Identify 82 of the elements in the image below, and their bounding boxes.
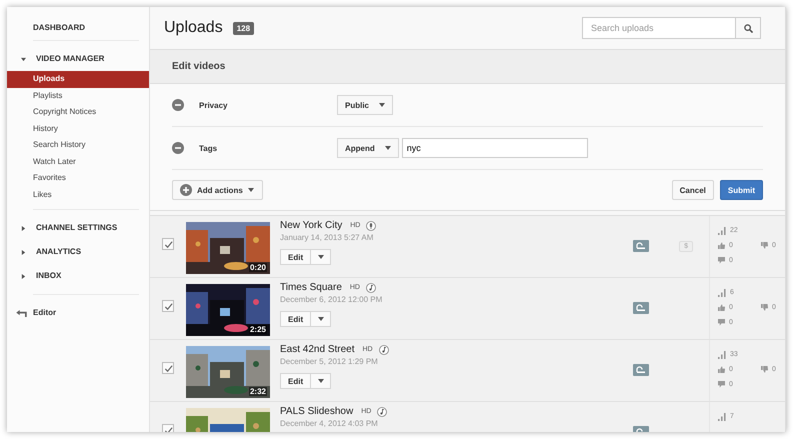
cancel-button[interactable]: Cancel [672, 180, 714, 200]
bars-icon [718, 288, 726, 296]
caret-icon [384, 146, 391, 150]
sidebar-item[interactable]: Likes [7, 186, 149, 203]
search-icon [744, 24, 752, 32]
comment-icon [718, 257, 725, 264]
upload-date: January 14, 2013 5:27 AM [280, 233, 374, 242]
sidebar-item[interactable]: History [7, 120, 149, 137]
caret-icon [318, 255, 324, 259]
submit-button[interactable]: Submit [720, 180, 763, 200]
checkbox[interactable] [162, 362, 174, 374]
music-note-icon [366, 282, 376, 292]
sidebar-link[interactable]: Editor [33, 307, 56, 319]
thumbs-down-icon [761, 242, 768, 249]
panel-title: Edit videos [172, 61, 226, 72]
music-note-icon [377, 406, 388, 416]
unlocked-icon[interactable] [633, 364, 649, 376]
sidebar-item[interactable]: Copyright Notices [7, 104, 149, 120]
dropdown[interactable]: Append [337, 138, 399, 158]
caret-icon [318, 317, 324, 321]
sidebar-section[interactable]: ANALYTICS [36, 246, 82, 258]
music-note-icon [378, 344, 389, 354]
sidebar-section[interactable]: INBOX [36, 270, 62, 282]
search-field[interactable]: Search uploads [582, 17, 736, 39]
sidebar-section[interactable]: VIDEO MANAGER [36, 53, 104, 65]
remove-icon[interactable] [172, 142, 184, 154]
video-title[interactable]: PALS Slideshow [280, 406, 354, 417]
duration-label: 0:20 [248, 263, 267, 272]
add-icon [180, 184, 192, 196]
dropdown[interactable]: Public [337, 95, 394, 115]
checkbox[interactable] [162, 238, 174, 250]
tags-field[interactable]: nyc [402, 138, 588, 158]
caret-icon [379, 103, 386, 107]
count-badge: 128 [232, 22, 254, 34]
comment-icon [718, 381, 725, 388]
sidebar-link[interactable]: DASHBOARD [7, 22, 149, 34]
unlocked-icon[interactable] [633, 302, 649, 314]
caret-icon [248, 188, 254, 192]
edit-menu-button[interactable] [311, 373, 332, 389]
thumbs-up-icon [718, 242, 725, 249]
thumbs-down-icon [761, 304, 768, 311]
upload-date: December 5, 2012 1:29 PM [280, 357, 379, 366]
sidebar-item[interactable]: Search History [7, 137, 149, 154]
video-title[interactable]: Times Square [280, 282, 342, 293]
edit-menu-button[interactable] [311, 249, 332, 265]
caret-icon [318, 379, 324, 383]
thumbs-up-icon [718, 366, 725, 373]
caret-right-icon[interactable] [21, 250, 26, 254]
thumbs-up-icon [718, 304, 725, 311]
remove-icon[interactable] [172, 99, 184, 111]
sidebar-item[interactable]: Favorites [7, 170, 149, 186]
upload-date: December 6, 2012 12:00 PM [280, 295, 382, 304]
checkbox[interactable] [162, 300, 174, 312]
sidebar-section[interactable]: CHANNEL SETTINGS [36, 222, 118, 234]
edit-button[interactable]: Edit [280, 311, 312, 327]
add-actions-button[interactable]: Add actions [172, 180, 263, 200]
page-title: Uploads [164, 19, 223, 37]
caret-right-icon[interactable] [21, 226, 26, 230]
sidebar-item[interactable]: Uploads [7, 71, 149, 88]
field-label: Privacy [199, 100, 228, 110]
back-arrow-icon [16, 310, 27, 316]
video-title[interactable]: East 42nd Street [280, 344, 354, 355]
sidebar-item[interactable]: Watch Later [7, 154, 149, 170]
duration-label: 2:32 [248, 387, 267, 396]
microphone-icon [366, 220, 376, 230]
duration-label: 2:25 [248, 325, 267, 334]
edit-button[interactable]: Edit [280, 373, 312, 389]
caret-right-icon[interactable] [21, 274, 26, 278]
sidebar-item[interactable]: Playlists [7, 88, 149, 104]
bars-icon [718, 412, 726, 420]
bars-icon [718, 226, 726, 234]
search-button[interactable] [736, 17, 761, 39]
thumbs-down-icon [761, 366, 768, 373]
comment-icon [718, 319, 725, 326]
caret-down-icon[interactable] [21, 56, 26, 62]
bars-icon [718, 350, 726, 358]
unlocked-icon[interactable] [633, 240, 649, 252]
video-title[interactable]: New York City [280, 220, 342, 231]
upload-date: December 4, 2012 4:03 PM [280, 419, 379, 428]
edit-button[interactable]: Edit [280, 249, 312, 265]
field-label: Tags [199, 144, 218, 152]
edit-menu-button[interactable] [311, 311, 332, 327]
